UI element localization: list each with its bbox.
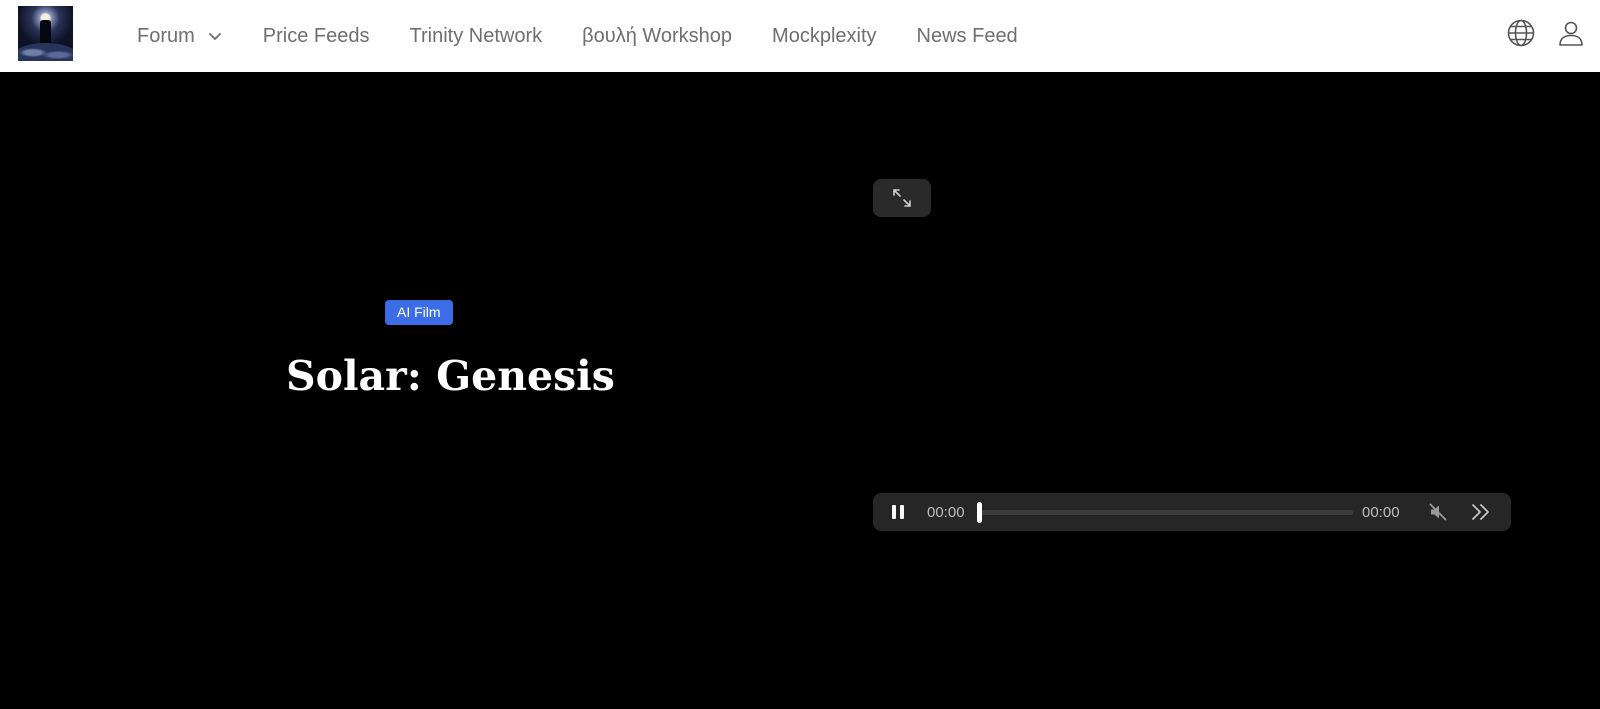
- nav-item-news-feed-label: News Feed: [916, 24, 1018, 47]
- nav-item-price-feeds[interactable]: Price Feeds: [263, 25, 370, 48]
- film-title: Solar: Genesis: [286, 352, 615, 400]
- muted-speaker-icon[interactable]: [1428, 502, 1448, 522]
- nav-item-vouli-workshop-label: βουλή Workshop: [582, 24, 733, 47]
- nav-item-news-feed[interactable]: News Feed: [917, 25, 1018, 48]
- seek-bar[interactable]: [977, 502, 1353, 523]
- nav-item-forum-label: Forum: [137, 24, 195, 47]
- nav-item-mockplexity[interactable]: Mockplexity: [772, 25, 876, 48]
- globe-icon[interactable]: [1506, 18, 1536, 48]
- user-icon[interactable]: [1556, 18, 1586, 48]
- header-actions: [1506, 18, 1586, 48]
- logo-clouds-shape: [18, 43, 73, 61]
- category-badge: AI Film: [385, 300, 453, 325]
- current-time: 00:00: [927, 504, 965, 521]
- site-logo[interactable]: [18, 6, 73, 61]
- nav-item-trinity-network[interactable]: Trinity Network: [410, 25, 543, 48]
- expand-icon: [893, 189, 911, 207]
- fast-forward-icon[interactable]: [1470, 502, 1492, 522]
- seek-handle[interactable]: [977, 502, 982, 523]
- fullscreen-button[interactable]: [873, 179, 931, 217]
- nav-item-mockplexity-label: Mockplexity: [772, 24, 877, 47]
- nav-item-vouli-workshop[interactable]: βουλή Workshop: [582, 25, 732, 48]
- top-navigation-bar: Forum Price Feeds Trinity Network βουλή …: [0, 0, 1600, 72]
- hero-video-section: AI Film Solar: Genesis 00:00 00:00: [0, 72, 1600, 709]
- nav-item-forum[interactable]: Forum: [137, 25, 223, 48]
- chevron-down-icon: [208, 33, 221, 40]
- video-controls: 00:00 00:00: [873, 493, 1511, 531]
- duration: 00:00: [1362, 504, 1400, 521]
- main-nav: Forum Price Feeds Trinity Network βουλή …: [137, 0, 1058, 72]
- pause-icon[interactable]: [889, 503, 907, 521]
- nav-item-trinity-network-label: Trinity Network: [409, 24, 543, 47]
- nav-item-price-feeds-label: Price Feeds: [262, 24, 370, 47]
